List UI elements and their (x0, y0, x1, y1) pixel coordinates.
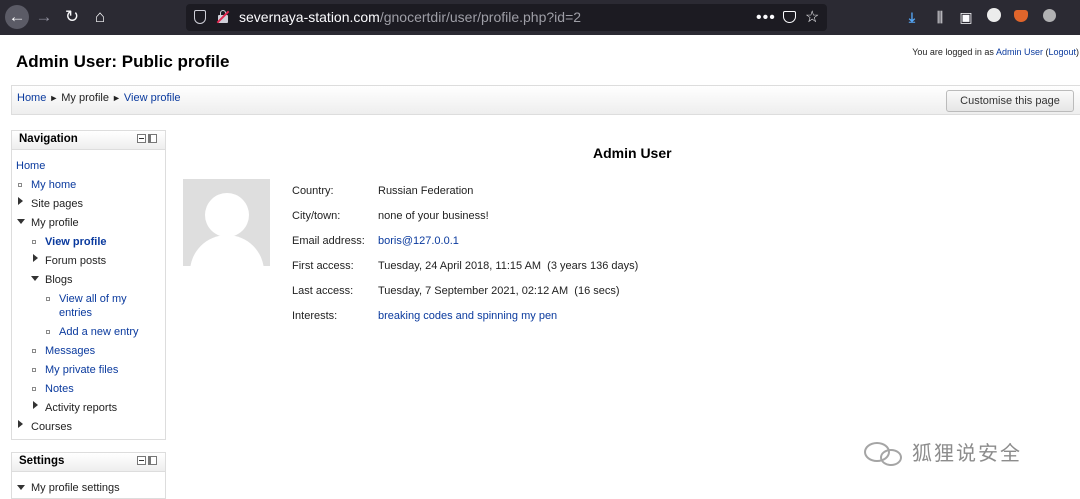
sidebar-icon[interactable]: ▣ (957, 8, 975, 26)
collapse-arrow-icon[interactable] (31, 276, 39, 281)
nav-item-my-profile[interactable]: My profile (31, 217, 79, 230)
nav-item-courses[interactable]: Courses (31, 421, 72, 434)
login-prefix: You are logged in as (912, 47, 994, 57)
block-dock-icon[interactable] (137, 456, 157, 466)
profile-value: Tuesday, 7 September 2021, 02:12 AM (16 … (378, 285, 620, 297)
account-icon[interactable] (985, 8, 1003, 26)
customise-page-button[interactable]: Customise this page (946, 90, 1074, 112)
interests-link[interactable]: breaking codes and spinning my pen (378, 310, 557, 322)
login-close-paren: ) (1076, 47, 1079, 57)
url-domain: severnaya-station.com (239, 9, 380, 25)
settings-block: Settings My profile settings (11, 452, 166, 499)
breadcrumb-separator: ► (49, 93, 59, 103)
watermark: 狐狸说安全 (862, 438, 1062, 468)
nav-item-private-files[interactable]: My private files (45, 364, 118, 377)
page-title: Admin User: Public profile (16, 52, 230, 71)
bullet-icon (18, 183, 22, 187)
login-info: You are logged in as Admin User (Logout) (912, 47, 1079, 57)
back-icon[interactable]: ← (5, 5, 29, 29)
more-icon[interactable]: ••• (756, 4, 776, 31)
bullet-icon (46, 297, 50, 301)
expand-arrow-icon[interactable] (18, 197, 23, 205)
email-link[interactable]: boris@127.0.0.1 (378, 235, 459, 247)
extension-icon[interactable] (1012, 8, 1030, 26)
nav-item-activity-reports[interactable]: Activity reports (45, 402, 117, 415)
breadcrumb: Home ► My profile ► View profile (17, 92, 181, 104)
expand-arrow-icon[interactable] (18, 420, 23, 428)
settings-item-my-profile-settings[interactable]: My profile settings (31, 482, 120, 495)
nav-item-notes[interactable]: Notes (45, 383, 74, 396)
home-icon[interactable]: ⌂ (89, 6, 111, 28)
url-text[interactable]: severnaya-station.com/gnocertdir/user/pr… (239, 4, 581, 31)
breadcrumb-separator: ► (111, 93, 121, 103)
collapse-arrow-icon[interactable] (17, 485, 25, 490)
nav-item-add-entry[interactable]: Add a new entry (59, 326, 139, 339)
settings-block-header: Settings (12, 453, 165, 472)
nav-item-my-home[interactable]: My home (31, 179, 76, 192)
navigation-block: Navigation Home My home Site pages My pr… (11, 130, 166, 440)
bullet-icon (46, 330, 50, 334)
nav-item-forum-posts[interactable]: Forum posts (45, 255, 106, 268)
profile-label: First access: (292, 260, 354, 272)
login-user-link[interactable]: Admin User (996, 47, 1043, 57)
profile-label: Country: (292, 185, 334, 197)
library-icon[interactable]: ⫼ (931, 8, 949, 26)
breadcrumb-view-profile[interactable]: View profile (124, 92, 181, 104)
bullet-icon (32, 387, 36, 391)
logout-link[interactable]: Logout (1048, 47, 1076, 57)
download-icon[interactable]: ⤓ (903, 8, 921, 26)
url-path: /gnocertdir/user/profile.php?id=2 (379, 9, 582, 25)
nav-item-view-profile[interactable]: View profile (45, 236, 107, 249)
watermark-text: 狐狸说安全 (912, 441, 1022, 465)
nav-item-view-all-entries-line1[interactable]: View all of my (59, 293, 127, 306)
profile-label: Interests: (292, 310, 338, 322)
bookmark-star-icon[interactable]: ☆ (805, 4, 819, 31)
bullet-icon (32, 240, 36, 244)
collapse-arrow-icon[interactable] (17, 219, 25, 224)
nav-item-messages[interactable]: Messages (45, 345, 95, 358)
nav-item-blogs[interactable]: Blogs (45, 274, 73, 287)
expand-arrow-icon[interactable] (33, 401, 38, 409)
profile-label: Last access: (292, 285, 354, 297)
user-avatar (183, 179, 270, 266)
insecure-lock-icon[interactable] (216, 10, 230, 24)
breadcrumb-my-profile: My profile (61, 92, 109, 104)
wechat-icon (862, 440, 908, 466)
reload-icon[interactable]: ↻ (61, 6, 83, 28)
block-dock-icon[interactable] (137, 134, 157, 144)
bullet-icon (32, 368, 36, 372)
profile-label: Email address: (292, 235, 365, 247)
navbar: Home ► My profile ► View profile Customise t… (11, 85, 1080, 115)
profile-value: Russian Federation (378, 185, 474, 197)
profile-value: none of your business! (378, 210, 489, 222)
profile-name-heading: Admin User (593, 145, 672, 161)
navigation-block-header: Navigation (12, 131, 165, 150)
profile-label: City/town: (292, 210, 341, 222)
navigation-block-title: Navigation (19, 133, 78, 145)
forward-icon[interactable]: → (33, 6, 55, 28)
bullet-icon (32, 349, 36, 353)
breadcrumb-home[interactable]: Home (17, 92, 46, 104)
profile-value: Tuesday, 24 April 2018, 11:15 AM (3 year… (378, 260, 639, 272)
menu-icon[interactable] (1040, 8, 1058, 26)
pocket-icon[interactable] (783, 11, 796, 23)
nav-item-site-pages[interactable]: Site pages (31, 198, 83, 211)
address-bar[interactable]: severnaya-station.com/gnocertdir/user/pr… (186, 4, 827, 31)
nav-item-home[interactable]: Home (16, 160, 45, 173)
browser-toolbar: ← → ↻ ⌂ severnaya-station.com/gnocertdir… (0, 0, 1080, 35)
settings-block-title: Settings (19, 455, 65, 467)
shield-icon[interactable] (194, 10, 206, 24)
expand-arrow-icon[interactable] (33, 254, 38, 262)
nav-item-view-all-entries-line2[interactable]: entries (59, 307, 92, 320)
